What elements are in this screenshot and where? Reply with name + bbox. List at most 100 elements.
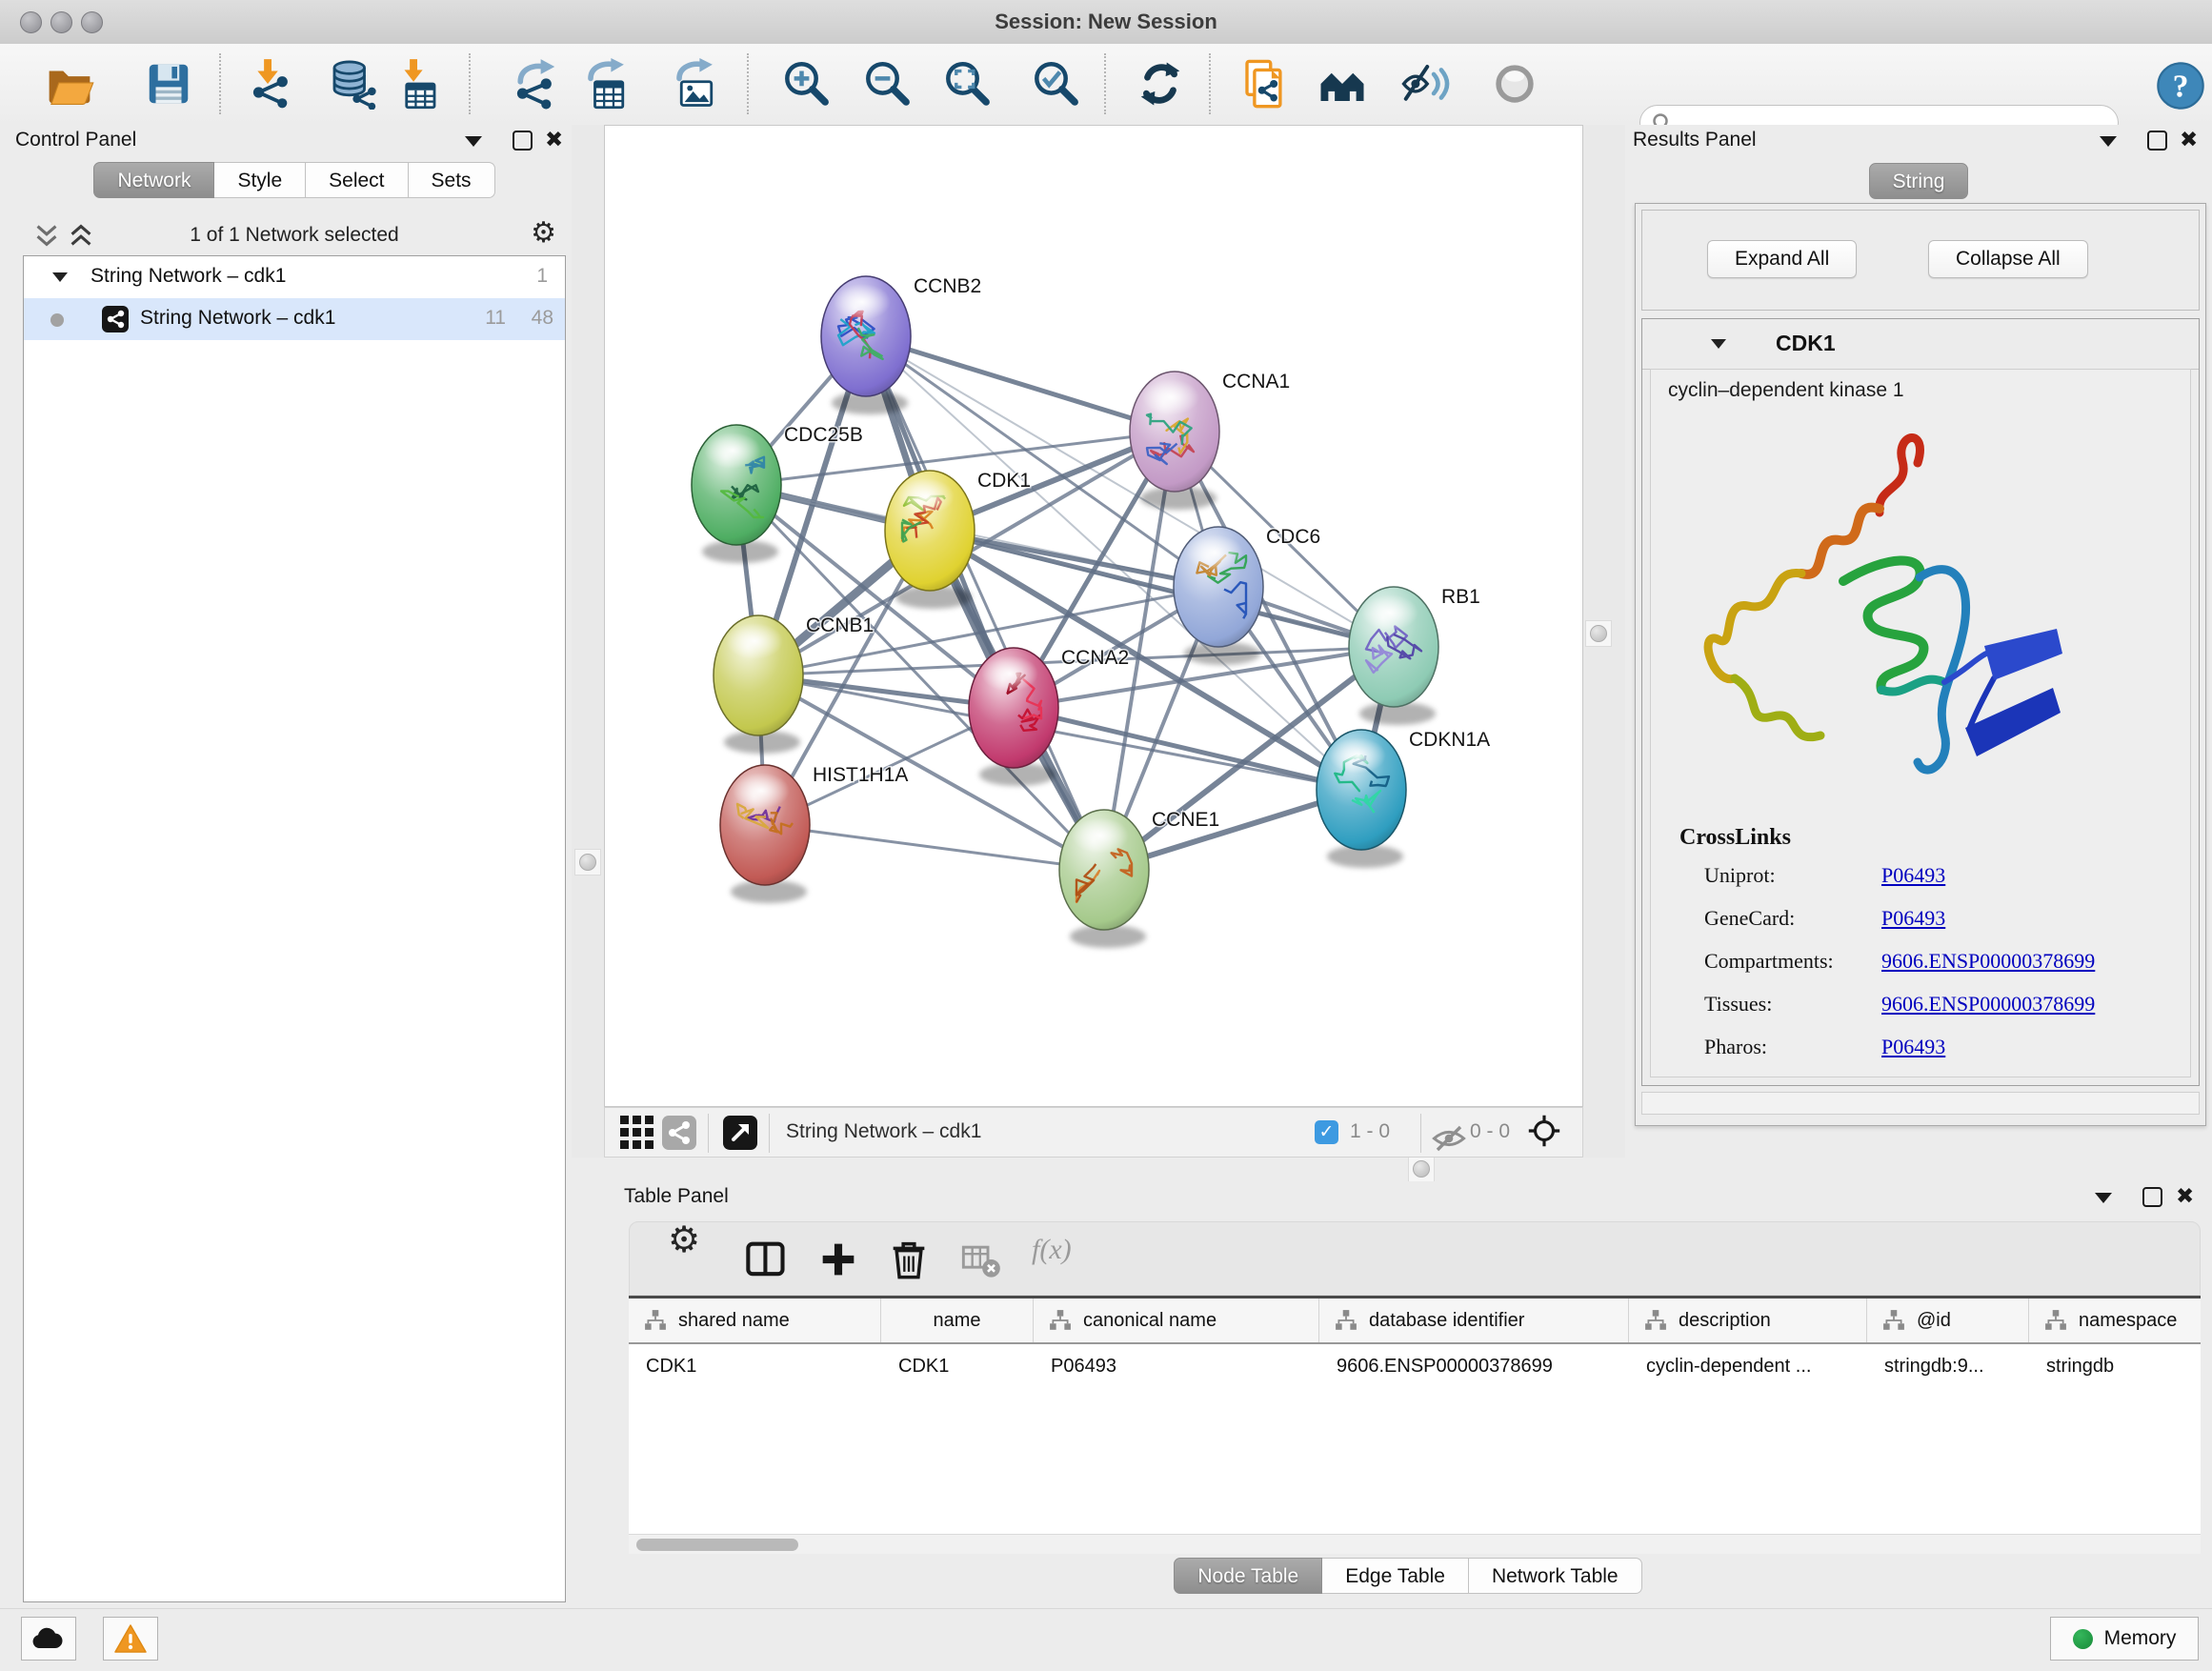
warnings-button[interactable] [103, 1617, 158, 1661]
tab-string[interactable]: String [1869, 163, 1969, 199]
panel-menu-icon[interactable] [2095, 1193, 2112, 1203]
selected-node-edge-counts: 1 - 0 [1350, 1120, 1390, 1143]
expand-all-button[interactable]: Expand All [1707, 240, 1857, 278]
network-node-CDKN1A[interactable] [1317, 730, 1406, 868]
crosslink-link[interactable]: P06493 [1881, 1035, 1945, 1059]
toolbar-separator [708, 1114, 709, 1153]
column-header[interactable]: canonical name [1034, 1299, 1319, 1342]
grid-view-icon[interactable] [620, 1116, 654, 1150]
cell-id[interactable]: stringdb:9... [1867, 1344, 2029, 1388]
collapse-triangle-icon[interactable] [52, 272, 68, 282]
selected-checkbox-icon[interactable]: ✓ [1315, 1120, 1338, 1144]
panel-menu-icon[interactable] [2100, 136, 2117, 147]
table-row[interactable]: CDK1 CDK1 P06493 9606.ENSP00000378699 cy… [629, 1344, 2201, 1388]
tab-node-table[interactable]: Node Table [1174, 1558, 1322, 1594]
cell-namespace[interactable]: stringdb [2029, 1344, 2201, 1388]
scrollbar-thumb[interactable] [636, 1539, 798, 1551]
panel-float-icon[interactable] [2147, 131, 2167, 151]
cell-name[interactable]: CDK1 [881, 1344, 1034, 1388]
protein-section-header[interactable]: CDK1 [1642, 319, 2199, 370]
import-table-icon[interactable] [392, 58, 443, 110]
tab-network[interactable]: Network [93, 162, 214, 198]
right-splitter[interactable] [1583, 125, 1625, 1158]
network-node-CCNB1[interactable] [714, 615, 803, 754]
collapse-all-button[interactable]: Collapse All [1928, 240, 2088, 278]
cell-canonical-name[interactable]: P06493 [1034, 1344, 1319, 1388]
refresh-icon[interactable] [1135, 58, 1186, 110]
network-node-CCNB2[interactable] [821, 276, 911, 414]
memory-button[interactable]: Memory [2050, 1617, 2199, 1661]
column-header[interactable]: @id [1867, 1299, 2029, 1342]
column-header[interactable]: shared name [629, 1299, 881, 1342]
cell-database-identifier[interactable]: 9606.ENSP00000378699 [1319, 1344, 1629, 1388]
add-column-icon[interactable] [818, 1239, 858, 1279]
save-session-icon[interactable] [143, 58, 194, 110]
panel-close-icon[interactable]: ✖ [2180, 126, 2198, 152]
crosslink-link[interactable]: 9606.ENSP00000378699 [1881, 992, 2095, 1017]
status-bar: Memory [0, 1608, 2212, 1671]
open-folder-icon[interactable] [44, 58, 95, 110]
table-header-row: shared name name canonical name database… [629, 1299, 2201, 1344]
network-edge[interactable] [765, 825, 1104, 870]
collapse-triangle-icon[interactable] [1711, 339, 1726, 349]
export-table-icon[interactable] [582, 58, 633, 110]
hide-unhide-icon[interactable] [1399, 58, 1451, 110]
panel-menu-icon[interactable] [465, 136, 482, 147]
birdseye-crosshair-icon[interactable] [1527, 1114, 1565, 1152]
crosslink-link[interactable]: 9606.ENSP00000378699 [1881, 949, 2095, 974]
column-header[interactable]: database identifier [1319, 1299, 1629, 1342]
network-node-HIST1H1A[interactable] [720, 765, 810, 903]
panel-close-icon[interactable]: ✖ [2176, 1182, 2194, 1209]
column-header[interactable]: name [881, 1299, 1034, 1342]
table-gear-icon[interactable]: ⚙ [668, 1226, 708, 1266]
tab-network-table[interactable]: Network Table [1469, 1558, 1642, 1594]
network-row-selected[interactable]: String Network – cdk1 11 48 [24, 298, 565, 340]
network-edge[interactable] [866, 336, 1175, 432]
column-header[interactable]: description [1629, 1299, 1867, 1342]
network-node-CCNE1[interactable] [1059, 810, 1149, 948]
splitter-handle[interactable] [574, 849, 601, 876]
export-image-icon[interactable] [671, 58, 722, 110]
cloud-icon [30, 1625, 68, 1652]
tab-style[interactable]: Style [214, 162, 306, 198]
network-node-CDC6[interactable] [1174, 527, 1263, 665]
export-network-icon[interactable] [510, 58, 561, 110]
tab-sets[interactable]: Sets [409, 162, 495, 198]
help-icon[interactable]: ? [2155, 60, 2202, 108]
cell-description[interactable]: cyclin-dependent ... [1629, 1344, 1867, 1388]
panel-float-icon[interactable] [513, 131, 533, 151]
left-splitter[interactable] [572, 125, 604, 1158]
panel-close-icon[interactable]: ✖ [545, 126, 563, 152]
tab-select[interactable]: Select [306, 162, 408, 198]
network-canvas[interactable]: CCNB2CCNA1CDC25BCDK1CDC6RB1CCNB1CCNA2CDK… [604, 125, 1583, 1107]
copy-session-icon[interactable] [1238, 58, 1290, 110]
zoom-fit-icon[interactable] [941, 58, 993, 110]
zoom-selected-icon[interactable] [1030, 58, 1081, 110]
horizontal-splitter[interactable] [572, 1158, 2212, 1181]
table-horizontal-scrollbar[interactable] [629, 1534, 2201, 1554]
cell-shared-name[interactable]: CDK1 [629, 1344, 881, 1388]
crosslink-label: Compartments: [1704, 949, 1834, 973]
network-edge[interactable] [1014, 708, 1361, 790]
network-options-gear-icon[interactable]: ⚙ [531, 219, 556, 248]
network-node-RB1[interactable] [1349, 587, 1438, 725]
zoom-in-icon[interactable] [780, 58, 832, 110]
cloud-button[interactable] [21, 1617, 76, 1661]
column-header[interactable]: namespace [2029, 1299, 2201, 1342]
splitter-handle[interactable] [1408, 1156, 1435, 1182]
splitter-handle[interactable] [1585, 620, 1612, 647]
show-columns-icon[interactable] [746, 1239, 786, 1279]
network-node-CDC25B[interactable] [692, 425, 781, 563]
crosslink-link[interactable]: P06493 [1881, 906, 1945, 931]
delete-column-icon[interactable] [889, 1239, 929, 1279]
import-network-file-icon[interactable] [246, 58, 297, 110]
panel-float-icon[interactable] [2142, 1187, 2162, 1207]
detach-view-icon[interactable] [723, 1116, 757, 1150]
zoom-out-icon[interactable] [861, 58, 913, 110]
tab-edge-table[interactable]: Edge Table [1322, 1558, 1469, 1594]
crosslink-link[interactable]: P06493 [1881, 863, 1945, 888]
import-network-database-icon[interactable] [326, 58, 377, 110]
network-collection-row[interactable]: String Network – cdk1 1 [24, 256, 565, 298]
results-scrollbar[interactable] [1641, 1092, 2200, 1115]
home-icon[interactable] [1317, 58, 1368, 110]
